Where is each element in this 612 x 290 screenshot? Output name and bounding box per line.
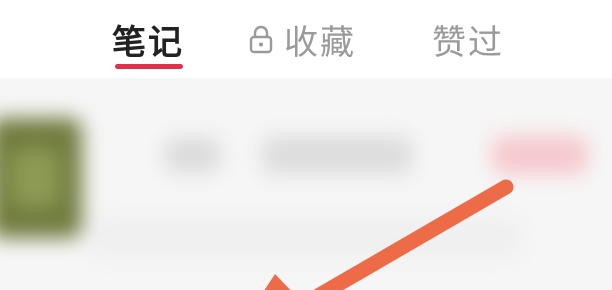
annotation-arrow — [264, 179, 514, 290]
